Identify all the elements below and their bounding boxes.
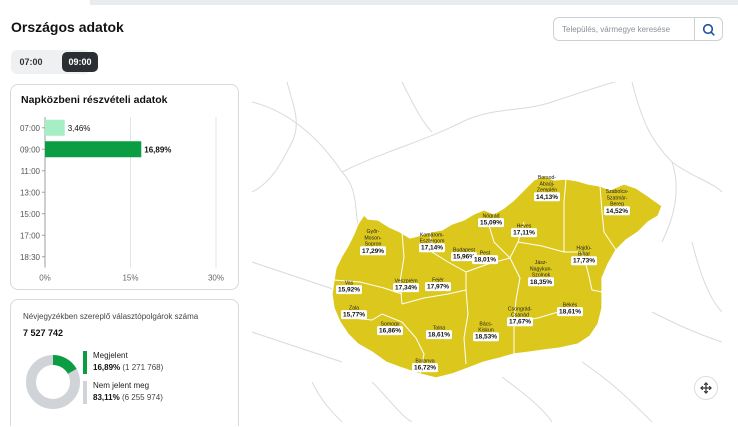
voters-card: Névjegyzékben szereplő választópolgárok … — [10, 299, 239, 426]
legend-appeared: Megjelent 16,89% (1 271 768) — [93, 351, 163, 372]
county-name-label: Győr- — [367, 229, 380, 235]
county-name-label: Csongrád- — [508, 306, 532, 312]
turnout-bar-chart: 0% 15% 30% 07:00 3,46% 09:00 16,89% 11:00 13:00 1… — [20, 117, 224, 283]
county-value-label: 15,09% — [480, 220, 502, 227]
county-value-label: 15,96% — [453, 254, 475, 261]
legend-appeared-swatch — [83, 351, 87, 374]
page-title: Országos adatok — [11, 19, 124, 35]
voters-total: 7 527 742 — [23, 328, 64, 338]
y-tick-label: 07:00 — [20, 124, 41, 133]
county-name-label: Komárom- — [420, 232, 444, 238]
x-tick-label: 15% — [122, 274, 138, 283]
legend-not-appeared-label: Nem jelent meg — [93, 381, 150, 390]
county-value-label: 17,97% — [427, 284, 449, 291]
county-name-label: Moson- — [364, 235, 382, 241]
county-value-label: 18,61% — [559, 309, 581, 316]
legend-appeared-count: (1 271 768) — [122, 363, 164, 372]
county-name-label: Szatmár- — [606, 195, 627, 201]
y-tick-label: 11:00 — [21, 167, 41, 176]
county-name-label: Szabolcs- — [606, 189, 629, 195]
county-value-label: 17,73% — [573, 258, 595, 265]
search-input[interactable] — [554, 18, 696, 40]
y-tick-label: 13:00 — [20, 188, 41, 197]
county-value-label: 18,01% — [474, 257, 496, 264]
county-value-label: 16,72% — [414, 365, 436, 372]
time-0700-button[interactable]: 07:00 — [13, 52, 49, 72]
county-value-label: 18,35% — [530, 279, 552, 286]
county-value-label: 16,86% — [379, 328, 401, 335]
county-value-label: 17,14% — [421, 245, 443, 252]
county-name-label: Jász- — [535, 260, 548, 266]
county-name-label: Bács- — [479, 321, 493, 327]
top-strip — [90, 0, 738, 5]
y-tick-label: 18:30 — [20, 253, 41, 262]
county-value-label: 14,52% — [606, 208, 628, 215]
legend-not-appeared: Nem jelent meg 83,11% (6 255 974) — [93, 381, 163, 402]
search-button[interactable] — [694, 18, 722, 40]
county-value-label: 17,11% — [513, 230, 535, 237]
time-0900-button[interactable]: 09:00 — [62, 52, 98, 72]
fullscreen-icon — [700, 382, 712, 394]
turnout-donut-chart — [26, 355, 80, 409]
bar-value-label: 3,46% — [68, 124, 91, 133]
county-value-label: 17,67% — [509, 319, 531, 326]
y-tick-label: 17:00 — [20, 231, 41, 240]
search-icon — [702, 23, 715, 36]
x-tick-label: 30% — [208, 274, 224, 283]
bar[interactable] — [45, 119, 65, 136]
county-value-label: 14,13% — [536, 194, 558, 201]
bar[interactable] — [45, 141, 142, 158]
y-tick-label: 15:00 — [20, 210, 41, 219]
county-value-label: 17,34% — [395, 285, 417, 292]
voters-card-title: Névjegyzékben szereplő választópolgárok … — [23, 312, 199, 321]
county-name-label: Nagykun- — [530, 266, 552, 272]
county-value-label: 17,29% — [362, 248, 384, 255]
county-name-label: Abaúj- — [540, 181, 555, 187]
county-value-label: 15,77% — [343, 312, 365, 319]
map-svg: Borsod-Abaúj-Zemplén14,13%Szabolcs-Szatm… — [251, 76, 723, 423]
county-name-label: Hajdú- — [576, 245, 592, 251]
legend-appeared-label: Megjelent — [93, 351, 128, 360]
search-box — [553, 17, 723, 41]
turnout-card: Napközbeni részvételi adatok 0% 15% 30% 07:… — [10, 84, 239, 290]
fullscreen-button[interactable] — [694, 376, 718, 400]
x-tick-label: 0% — [39, 274, 51, 283]
legend-not-appeared-count: (6 255 974) — [121, 393, 163, 402]
legend-not-appeared-swatch — [83, 381, 87, 404]
legend-appeared-percent: 16,89% — [93, 363, 121, 372]
county-value-label: 15,92% — [338, 287, 360, 294]
county-value-label: 18,53% — [475, 334, 497, 341]
legend-not-appeared-percent: 83,11% — [93, 393, 120, 402]
county-name-label: Borsod- — [538, 175, 556, 181]
county-value-label: 18,61% — [428, 332, 450, 339]
hungary-map[interactable]: Borsod- Abaúj- Zemplén 14,13% Szabolcs- Szatm… — [251, 76, 723, 423]
time-toggle: 07:00 09:00 — [11, 50, 98, 74]
y-tick-label: 09:00 — [20, 145, 41, 154]
bar-value-label: 16,89% — [144, 145, 171, 154]
